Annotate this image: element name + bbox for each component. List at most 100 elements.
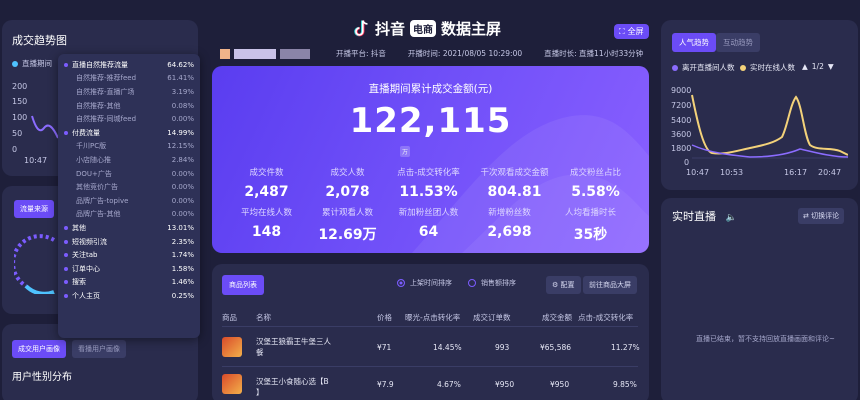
y-tick: 0	[684, 158, 690, 167]
gear-icon: ⚙	[552, 281, 559, 289]
stat-fan-share: 成交粉丝占比 5.58%	[569, 168, 621, 200]
goto-product-screen-button[interactable]: 前往商品大屏	[583, 276, 637, 294]
traffic-tooltip-row: 个人主页 0.25%	[64, 289, 194, 303]
tab-product-list[interactable]: 商品列表	[222, 275, 264, 295]
traffic-tooltip-row: 其他竞价广告 0.00%	[64, 180, 194, 194]
bullet-dot-icon	[64, 293, 68, 298]
bullet-dot-icon	[64, 266, 68, 271]
tab-viewer-profile[interactable]: 看播用户画像	[72, 340, 126, 358]
traffic-source-label: 自然推荐-直播广场	[76, 87, 135, 96]
tab-buyer-profile[interactable]: 成交用户画像	[12, 340, 66, 358]
stat-buyers: 成交人数 2,078	[325, 168, 370, 200]
traffic-source-value: 14.99%	[167, 128, 194, 137]
traffic-source-value: 61.41%	[167, 74, 194, 83]
traffic-source-label: 千川PC版	[76, 142, 107, 151]
trend-legend: 直播期间	[12, 58, 52, 69]
product-orders: ¥950	[495, 380, 515, 389]
product-name[interactable]: 汉堡王小食随心选【B 】	[256, 376, 376, 398]
tab-popularity-trend[interactable]: 人气趋势	[672, 33, 716, 52]
col-header: 成交订单数	[473, 313, 511, 322]
traffic-tooltip-row: 搜索 1.46%	[64, 276, 194, 290]
tiktok-logo-icon	[354, 19, 368, 36]
product-price: ¥71	[377, 343, 392, 352]
traffic-source-label: 关注tab	[72, 251, 98, 260]
traffic-source-label: 品牌广告-topive	[76, 196, 129, 205]
traffic-source-label: 其他	[72, 223, 86, 232]
bullet-dot-icon	[64, 280, 68, 285]
traffic-source-value: 12.15%	[167, 142, 194, 151]
stat-total-viewers: 累计观看人数 12.69万	[318, 208, 377, 243]
legend-pager: ▲ 1/2 ▼	[802, 62, 834, 71]
online-line	[691, 94, 848, 156]
y-tick: 1800	[671, 144, 692, 153]
gmv-title: 直播期间累计成交金额(元)	[368, 83, 493, 95]
product-thumbnail[interactable]	[222, 337, 242, 357]
tab-interaction-trend[interactable]: 互动趋势	[716, 33, 760, 52]
divider	[222, 326, 638, 327]
col-header: 点击-成交转化率	[578, 313, 634, 322]
swap-icon: ⇄	[803, 212, 809, 220]
traffic-source-value: 2.84%	[171, 155, 194, 164]
traffic-source-value: 0.00%	[171, 183, 194, 192]
product-name[interactable]: 汉堡王狼霸王牛堡三人 餐	[256, 336, 376, 358]
product-thumbnail[interactable]	[222, 374, 242, 394]
stat-items-sold: 成交件数 2,487	[244, 168, 289, 200]
sort-by-sales[interactable]: 销售额排序	[468, 278, 516, 288]
col-header: 成交金额	[542, 313, 572, 322]
traffic-source-label: 小店随心推	[76, 155, 111, 164]
tab-traffic-source[interactable]: 流量来源	[14, 200, 54, 218]
x-tick: 16:17	[784, 168, 808, 177]
traffic-tooltip-row: 自然推荐-直播广场 3.19%	[64, 85, 194, 99]
switch-comments-button[interactable]: ⇄ 切换评论	[798, 208, 845, 224]
duration-text: 直播时长: 直播11小时33分钟	[544, 49, 644, 58]
product-ctr: 14.45%	[433, 343, 462, 352]
traffic-source-value: 0.00%	[171, 196, 194, 205]
config-button[interactable]: ⚙ 配置	[546, 276, 581, 294]
y-tick: 100	[12, 113, 28, 122]
volume-icon[interactable]: 🔈	[726, 213, 737, 223]
brand-tag: 电商	[410, 20, 437, 37]
app-title: 抖音 电商 数据主屏	[353, 18, 501, 39]
traffic-tooltip-row: 付费流量 14.99%	[64, 126, 194, 140]
traffic-source-label: 其他竞价广告	[76, 183, 118, 192]
product-amount: ¥950	[550, 380, 570, 389]
traffic-source-value: 0.08%	[171, 101, 194, 110]
radio-checked-icon	[397, 279, 405, 287]
traffic-tooltip-row: 关注tab 1.74%	[64, 248, 194, 262]
y-tick: 9000	[671, 86, 692, 95]
traffic-tooltip-row: 千川PC版 12.15%	[64, 140, 194, 154]
username-blurred	[234, 48, 276, 59]
sort-by-listing-time[interactable]: 上架时间排序	[397, 278, 452, 288]
fullscreen-button[interactable]: ⛶ 全屏	[614, 24, 649, 39]
platform-text: 开播平台: 抖音	[336, 49, 386, 58]
product-orders: 993	[495, 343, 510, 352]
traffic-source-value: 13.01%	[167, 223, 194, 232]
col-header: 名称	[256, 313, 271, 322]
x-tick: 20:47	[818, 168, 842, 177]
stat-new-followers: 新增粉丝数 2,698	[487, 208, 532, 240]
stat-avg-online: 平均在线人数 148	[240, 208, 292, 240]
traffic-source-label: 自然推荐-推荐feed	[76, 74, 137, 83]
next-page-icon[interactable]: ▼	[828, 62, 834, 71]
bullet-dot-icon	[64, 62, 68, 67]
product-cvr: 11.27%	[611, 343, 640, 352]
y-tick: 150	[12, 97, 28, 106]
traffic-source-label: 搜索	[72, 278, 86, 287]
traffic-tooltip-row: 订单中心 1.58%	[64, 262, 194, 276]
traffic-source-label: 自然推荐-同城feed	[76, 115, 137, 124]
legend-online: 实时在线人数	[740, 62, 795, 73]
leave-line	[691, 144, 848, 158]
traffic-tooltip-row: 直播自然推荐流量 64.62%	[64, 58, 194, 72]
legend-dot-icon	[12, 60, 18, 67]
traffic-tooltip: 直播自然推荐流量 64.62% 自然推荐-推荐feed 61.41% 自然推荐-直播广场…	[58, 54, 200, 338]
bullet-dot-icon	[64, 239, 68, 244]
divider	[222, 366, 638, 367]
traffic-tooltip-row: 品牌广告-其他 0.00%	[64, 208, 194, 222]
prev-page-icon[interactable]: ▲	[802, 62, 808, 71]
traffic-tooltip-row: 自然推荐-其他 0.08%	[64, 99, 194, 113]
traffic-source-value: 1.46%	[171, 278, 194, 287]
trend-title: 成交趋势图	[12, 34, 67, 47]
x-tick: 10:53	[720, 168, 744, 177]
traffic-tooltip-row: 小店随心推 2.84%	[64, 153, 194, 167]
traffic-tooltip-row: 自然推荐-推荐feed 61.41%	[64, 72, 194, 86]
